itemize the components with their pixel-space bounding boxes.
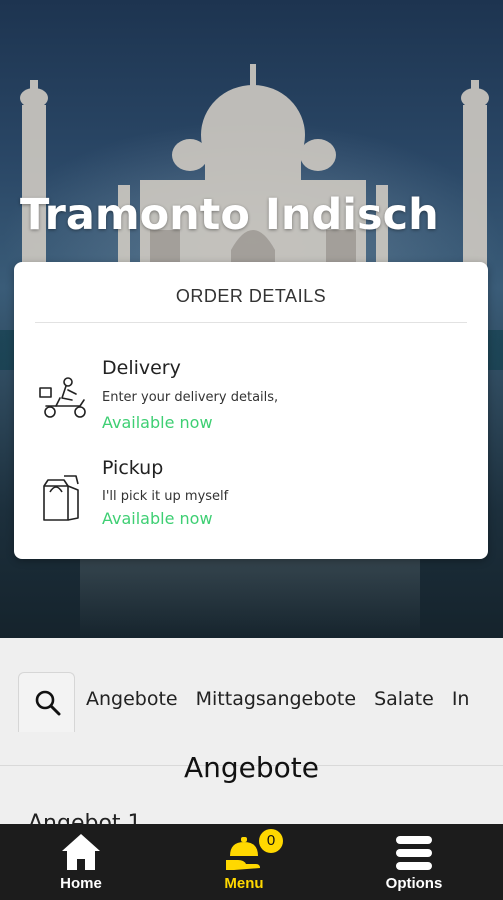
- card-divider: [35, 322, 467, 323]
- order-details-card: ORDER DETAILS Delivery Enter your delive…: [14, 262, 488, 559]
- category-bar: Angebote Mittagsangebote Salate In: [0, 672, 503, 766]
- nav-options-label: Options: [385, 875, 443, 892]
- pickup-status: Available now: [102, 509, 213, 528]
- category-tab-angebote[interactable]: Angebote: [86, 688, 178, 710]
- pickup-bag-icon: [43, 475, 79, 521]
- nav-home[interactable]: Home: [11, 824, 151, 900]
- hamburger-menu-icon: [396, 836, 432, 870]
- category-tab-more[interactable]: In: [452, 688, 470, 710]
- order-details-title: ORDER DETAILS: [175, 286, 327, 306]
- nav-home-label: Home: [60, 875, 102, 892]
- category-tab-mittagsangebote[interactable]: Mittagsangebote: [196, 688, 356, 710]
- delivery-status: Available now: [102, 413, 213, 432]
- pickup-subtitle: I'll pick it up myself: [102, 489, 229, 504]
- search-icon: [35, 690, 61, 716]
- nav-menu[interactable]: 0 Menu: [174, 824, 314, 900]
- restaurant-name: Tramonto Indisch: [20, 190, 439, 240]
- pickup-option[interactable]: Pickup I'll pick it up myself Available …: [14, 454, 488, 534]
- pickup-title: Pickup: [102, 457, 164, 479]
- home-icon: [62, 834, 100, 870]
- delivery-title: Delivery: [102, 357, 181, 379]
- section-title: Angebote: [183, 751, 319, 784]
- nav-options[interactable]: Options: [344, 824, 484, 900]
- menu-sheet: Angebote Mittagsangebote Salate In Angebote…: [0, 638, 503, 836]
- category-tab-salate[interactable]: Salate: [374, 688, 434, 710]
- category-tabs: Angebote Mittagsangebote Salate In: [86, 688, 487, 710]
- bottom-nav: Home 0 Menu Options: [0, 824, 503, 900]
- nav-menu-label: Menu: [224, 875, 264, 892]
- delivery-scooter-icon: [39, 377, 86, 418]
- delivery-option[interactable]: Delivery Enter your delivery details, Av…: [14, 354, 488, 434]
- category-search-button[interactable]: [18, 672, 75, 732]
- delivery-subtitle: Enter your delivery details,: [102, 390, 279, 405]
- cart-count-badge: 0: [259, 829, 283, 853]
